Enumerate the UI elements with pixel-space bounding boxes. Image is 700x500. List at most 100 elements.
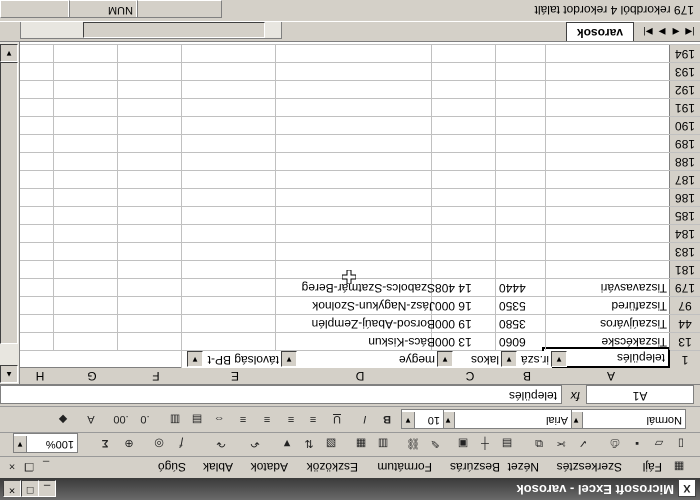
cell-e[interactable] bbox=[181, 261, 282, 278]
cell-g[interactable] bbox=[53, 261, 124, 278]
row-number[interactable]: 186 bbox=[669, 189, 700, 206]
cell-f[interactable] bbox=[117, 297, 188, 314]
bold-icon[interactable]: B bbox=[378, 410, 396, 428]
cell-h[interactable] bbox=[13, 243, 60, 260]
spelling-icon[interactable]: ✓ bbox=[574, 434, 592, 452]
cell-f[interactable] bbox=[117, 135, 188, 152]
sort-icon[interactable]: ⇅ bbox=[300, 434, 318, 452]
cell-c[interactable] bbox=[431, 117, 502, 134]
copy-icon[interactable]: ⧉ bbox=[530, 434, 548, 452]
paste-icon[interactable]: ▣ bbox=[454, 434, 472, 452]
cell-h[interactable] bbox=[13, 63, 60, 80]
column-header[interactable]: G bbox=[59, 367, 124, 384]
cell-b[interactable] bbox=[495, 63, 552, 80]
open-icon[interactable]: ▱ bbox=[650, 434, 668, 452]
autofilter-dropdown-icon[interactable]: ▼ bbox=[281, 351, 297, 367]
cell-a[interactable] bbox=[545, 117, 670, 134]
cell-g[interactable] bbox=[53, 81, 124, 98]
cell-b[interactable]: 6060 bbox=[495, 333, 552, 350]
cell-e[interactable] bbox=[181, 333, 282, 350]
cell-c[interactable]: 19 000 bbox=[431, 315, 502, 332]
cell-c[interactable] bbox=[431, 135, 502, 152]
close-button[interactable]: × bbox=[3, 480, 21, 497]
cell-a[interactable]: Tiszavasvári bbox=[545, 279, 670, 296]
cell-e[interactable] bbox=[181, 207, 282, 224]
cell-c[interactable] bbox=[431, 45, 502, 62]
cell-a[interactable] bbox=[545, 99, 670, 116]
cell-f[interactable] bbox=[117, 45, 188, 62]
cell-e[interactable] bbox=[181, 117, 282, 134]
cell-a[interactable] bbox=[545, 135, 670, 152]
cell-a[interactable] bbox=[545, 171, 670, 188]
autofilter-dropdown-icon[interactable]: ▼ bbox=[187, 351, 203, 367]
cell-b[interactable] bbox=[495, 117, 552, 134]
cell-h[interactable] bbox=[13, 153, 60, 170]
scroll-up-icon[interactable]: ▲ bbox=[0, 365, 18, 383]
percent-icon[interactable]: ▥ bbox=[166, 410, 184, 428]
align-left-icon[interactable]: ≡ bbox=[304, 410, 322, 428]
font-color-icon[interactable]: A bbox=[82, 410, 100, 428]
cell-h[interactable] bbox=[13, 207, 60, 224]
cell-g[interactable] bbox=[53, 171, 124, 188]
cell-a[interactable]: Tiszaújváros bbox=[545, 315, 670, 332]
globe-icon[interactable]: ⊕ bbox=[120, 434, 138, 452]
cell-e[interactable] bbox=[181, 189, 282, 206]
prev-sheet-icon[interactable]: ◀ bbox=[670, 25, 682, 39]
menu-edit[interactable]: Szerkesztés bbox=[557, 460, 622, 474]
horizontal-scrollbar[interactable] bbox=[20, 21, 282, 39]
row-number[interactable]: 194 bbox=[669, 45, 700, 62]
row-number[interactable]: 1 bbox=[669, 351, 700, 368]
row-number[interactable]: 97 bbox=[669, 297, 700, 314]
align-center-icon[interactable]: ≡ bbox=[282, 410, 300, 428]
cell-g[interactable] bbox=[53, 153, 124, 170]
cell-h[interactable] bbox=[13, 117, 60, 134]
cell-f[interactable] bbox=[117, 261, 188, 278]
cell-e[interactable] bbox=[181, 171, 282, 188]
cell-g[interactable] bbox=[53, 225, 124, 242]
underline-icon[interactable]: U bbox=[328, 410, 346, 428]
font-select[interactable]: Arial ▼ bbox=[441, 409, 572, 429]
cell-f[interactable] bbox=[117, 333, 188, 350]
cell-g[interactable] bbox=[53, 297, 124, 314]
cell-h[interactable] bbox=[13, 45, 60, 62]
cell-e[interactable] bbox=[181, 243, 282, 260]
font-size-select[interactable]: 10 ▼ bbox=[401, 409, 444, 429]
row-number[interactable]: 188 bbox=[669, 153, 700, 170]
cell-a[interactable] bbox=[545, 153, 670, 170]
cell-b[interactable] bbox=[495, 153, 552, 170]
row-number[interactable]: 183 bbox=[669, 243, 700, 260]
web-icon[interactable]: ◎ bbox=[150, 434, 168, 452]
table-icon[interactable]: ▤ bbox=[498, 434, 516, 452]
minimize-button[interactable]: _ bbox=[38, 480, 56, 497]
cell-f[interactable] bbox=[117, 225, 188, 242]
cell-c[interactable] bbox=[431, 225, 502, 242]
cell-h[interactable] bbox=[13, 225, 60, 242]
row-number[interactable]: 190 bbox=[669, 117, 700, 134]
cell-d[interactable] bbox=[275, 243, 438, 260]
cell-b[interactable] bbox=[495, 225, 552, 242]
cell-h[interactable] bbox=[13, 81, 60, 98]
select-all-corner[interactable] bbox=[669, 367, 700, 384]
cell-b[interactable] bbox=[495, 45, 552, 62]
justify-icon[interactable]: ≡ bbox=[234, 410, 252, 428]
cell-e[interactable] bbox=[181, 135, 282, 152]
cell-b[interactable] bbox=[495, 207, 552, 224]
sheet-tab-varosok[interactable]: varosok bbox=[566, 22, 634, 41]
cell-d[interactable] bbox=[275, 81, 438, 98]
chart-icon[interactable]: ▥ bbox=[374, 434, 392, 452]
cell-d[interactable] bbox=[275, 117, 438, 134]
menu-format[interactable]: Formátum bbox=[377, 460, 432, 474]
cell-f[interactable] bbox=[117, 99, 188, 116]
cell-e[interactable] bbox=[181, 153, 282, 170]
cell-f[interactable] bbox=[117, 171, 188, 188]
cell-e[interactable] bbox=[181, 315, 282, 332]
cell-e[interactable] bbox=[181, 81, 282, 98]
format-painter-icon[interactable]: ✎ bbox=[426, 434, 444, 452]
last-sheet-icon[interactable]: ▶| bbox=[642, 25, 654, 39]
cell-e[interactable] bbox=[181, 225, 282, 242]
fill-color-icon[interactable]: ◆ bbox=[54, 410, 72, 428]
doc-restore-icon[interactable]: ❐ bbox=[20, 457, 38, 475]
hyperlink-icon[interactable]: ⛓ bbox=[404, 434, 422, 452]
cell-b[interactable] bbox=[495, 261, 552, 278]
cell-d[interactable]: Borsod-Abaúj-Zemplén bbox=[275, 315, 438, 332]
